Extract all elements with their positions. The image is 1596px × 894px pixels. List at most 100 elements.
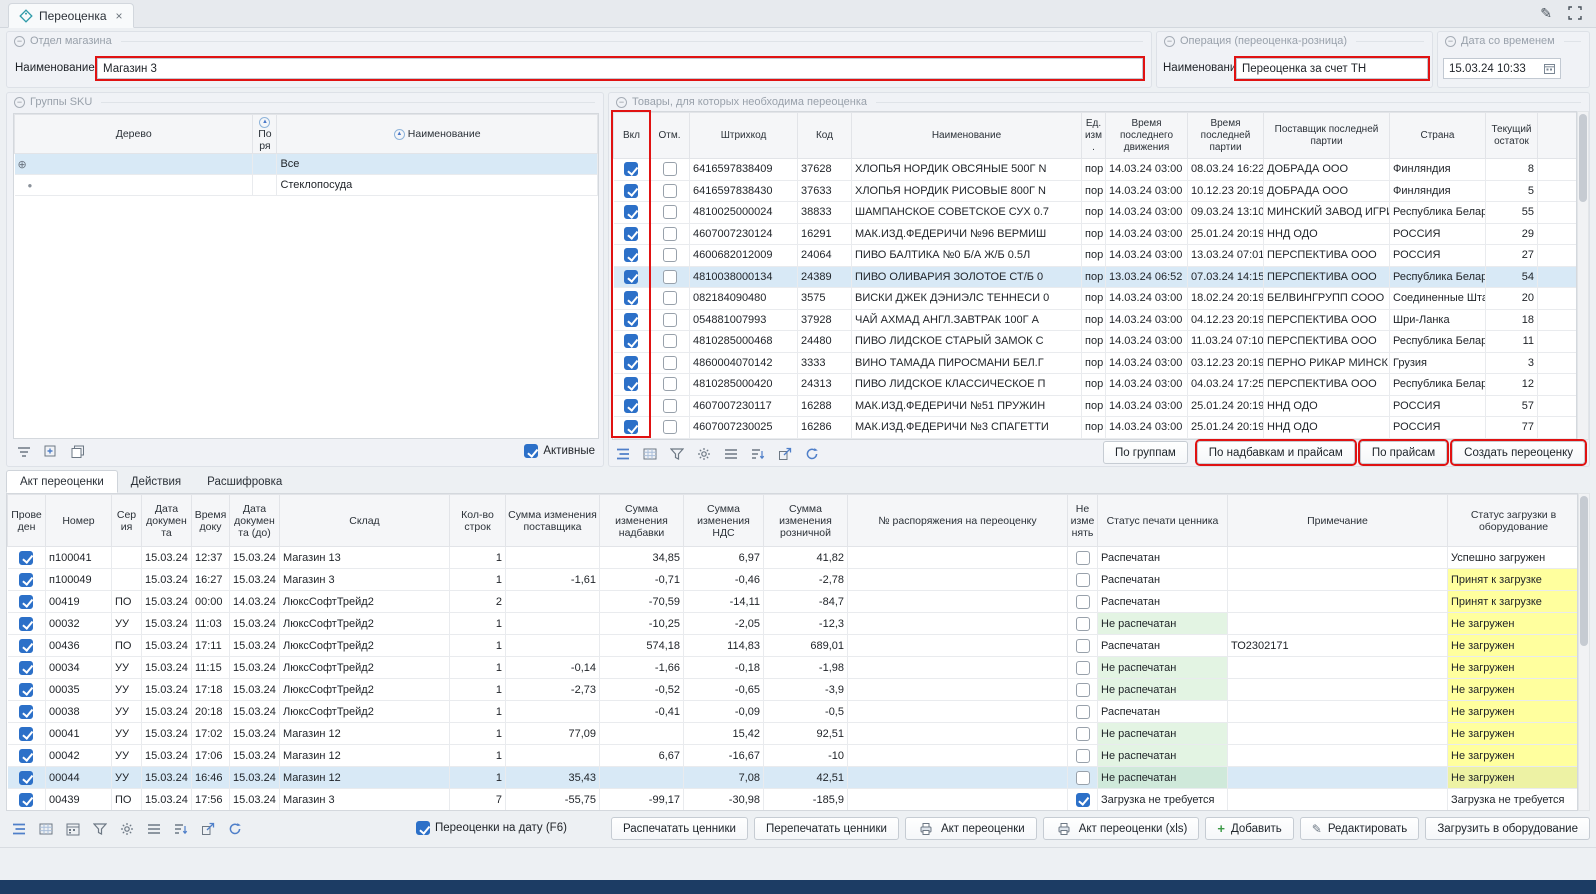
cell-incl[interactable] [614,374,650,396]
col-header-supplier[interactable]: Поставщик последней партии [1264,113,1390,159]
incl-checkbox[interactable] [624,270,638,284]
cell-batch[interactable]: 04.03.24 17:25 [1188,374,1264,396]
scrollbar-thumb[interactable] [1580,496,1588,646]
cell-cnt[interactable]: 1 [450,723,506,745]
col-header-doc-date-to[interactable]: Дата документа (до) [230,495,280,547]
no-change-checkbox[interactable] [1076,639,1090,653]
cell-supplier[interactable]: ННД ОДО [1264,395,1390,417]
cell-time[interactable]: 17:56 [192,789,230,811]
cell-country[interactable]: Республика Белар [1390,266,1486,288]
act-row[interactable]: 00034УУ15.03.2411:1515.03.24ЛюксСофтТрей… [8,657,1579,679]
cell-barcode[interactable]: 4810285000420 [690,374,798,396]
cell-name[interactable]: Стеклопосуда [277,175,598,196]
cell-supplier[interactable]: ДОБРАДА ООО [1264,159,1390,181]
cell-stock[interactable]: 77 [1486,417,1538,439]
cell-date[interactable]: 15.03.24 [142,547,192,569]
cell-mark[interactable] [650,180,690,202]
cell-order_no[interactable] [848,613,1068,635]
fullscreen-icon[interactable] [1568,6,1582,20]
cell-cnt[interactable]: 1 [450,569,506,591]
cell-supplier[interactable]: ПЕРСПЕКТИВА ООО [1264,374,1390,396]
cell-load-status[interactable]: Принят к загрузке [1448,591,1579,613]
col-header-sum-retail[interactable]: Сумма изменения розничной [764,495,848,547]
cell-spacer[interactable] [1538,180,1578,202]
cell-date_to[interactable]: 15.03.24 [230,723,280,745]
cell-wh[interactable]: Магазин 13 [280,547,450,569]
cell-incl[interactable] [614,288,650,310]
incl-checkbox[interactable] [624,356,638,370]
tree-leaf-icon[interactable]: ● [18,181,33,190]
cell-no-change[interactable] [1068,723,1098,745]
cell-order_no[interactable] [848,723,1068,745]
cell-barcode[interactable]: 4600682012009 [690,245,798,267]
cell-batch[interactable]: 25.01.24 20:19 [1188,223,1264,245]
cell-batch[interactable]: 11.03.24 07:10 [1188,331,1264,353]
cell-num[interactable]: 00044 [46,767,112,789]
act-row[interactable]: п10004915.03.2416:2715.03.24Магазин 31-1… [8,569,1579,591]
mark-checkbox[interactable] [663,334,677,348]
cell-supplier[interactable]: ПЕРСПЕКТИВА ООО [1264,266,1390,288]
cell-series[interactable]: УУ [112,657,142,679]
done-checkbox[interactable] [19,573,33,587]
expand-groups-icon[interactable] [42,443,60,461]
cell-print-status[interactable]: Распечатан [1098,701,1228,723]
cell-spacer[interactable] [1538,266,1578,288]
filter-icon[interactable] [91,820,109,838]
cell-barcode[interactable]: 4810038000134 [690,266,798,288]
no-change-checkbox[interactable] [1076,749,1090,763]
cell-note[interactable] [1228,591,1448,613]
cell-markup[interactable]: -0,71 [600,569,684,591]
cell-retail[interactable]: -185,9 [764,789,848,811]
cell-print-status[interactable]: Не распечатан [1098,723,1228,745]
col-header-done[interactable]: Проведен [8,495,46,547]
cell-time[interactable]: 17:06 [192,745,230,767]
cell-date[interactable]: 15.03.24 [142,679,192,701]
cell-retail[interactable]: -84,7 [764,591,848,613]
cell-markup[interactable]: -70,59 [600,591,684,613]
cell-load-status[interactable]: Не загружен [1448,635,1579,657]
cell-done[interactable] [8,789,46,811]
cell-vat[interactable]: -0,46 [684,569,764,591]
product-row[interactable]: 05488100799337928ЧАЙ АХМАД АНГЛ.ЗАВТРАК … [614,309,1578,331]
cell-date[interactable]: 15.03.24 [142,723,192,745]
mark-checkbox[interactable] [663,184,677,198]
cell-retail[interactable]: 42,51 [764,767,848,789]
cell-order_no[interactable] [848,591,1068,613]
cell-move[interactable]: 14.03.24 03:00 [1106,417,1188,439]
cell-supplier[interactable]: ПЕРНО РИКАР МИНСК ( [1264,352,1390,374]
cell-markup[interactable]: -99,17 [600,789,684,811]
cell-markup[interactable]: -1,66 [600,657,684,679]
act-row[interactable]: 00035УУ15.03.2417:1815.03.24ЛюксСофтТрей… [8,679,1579,701]
cell-series[interactable]: УУ [112,745,142,767]
cell-sup[interactable]: 35,43 [506,767,600,789]
cell-date[interactable]: 15.03.24 [142,767,192,789]
cell-retail[interactable]: 689,01 [764,635,848,657]
cell-incl[interactable] [614,309,650,331]
cell-date[interactable]: 15.03.24 [142,701,192,723]
done-checkbox[interactable] [19,617,33,631]
col-header-row-count[interactable]: Кол-во строк [450,495,506,547]
mark-checkbox[interactable] [663,270,677,284]
cell-no-change[interactable] [1068,767,1098,789]
cell-country[interactable]: РОССИЯ [1390,417,1486,439]
calendar-icon[interactable] [1544,63,1555,74]
cell-name[interactable]: ВИНО ТАМАДА ПИРОСМАНИ БЕЛ.Г [852,352,1082,374]
col-header-name[interactable]: ▲ Наименование [277,115,598,154]
cell-retail[interactable]: -2,78 [764,569,848,591]
mark-checkbox[interactable] [663,205,677,219]
cell-name[interactable]: ЧАЙ АХМАД АНГЛ.ЗАВТРАК 100Г А [852,309,1082,331]
cell-done[interactable] [8,767,46,789]
no-change-checkbox[interactable] [1076,617,1090,631]
cell-load-status[interactable]: Не загружен [1448,767,1579,789]
collapse-icon[interactable]: − [14,36,25,47]
cell-incl[interactable] [614,266,650,288]
cell-spacer[interactable] [1538,417,1578,439]
cell-date_to[interactable]: 15.03.24 [230,547,280,569]
done-checkbox[interactable] [19,749,33,763]
cell-print-status[interactable]: Распечатан [1098,591,1228,613]
revaluation-date-checkbox-box[interactable] [416,821,430,835]
refresh-icon[interactable] [803,445,821,463]
cell-series[interactable]: ПО [112,789,142,811]
cell-code[interactable]: 16288 [798,395,852,417]
product-row[interactable]: 460700723002516286МАК.ИЗД.ФЕДЕРИЧИ №3 СП… [614,417,1578,439]
